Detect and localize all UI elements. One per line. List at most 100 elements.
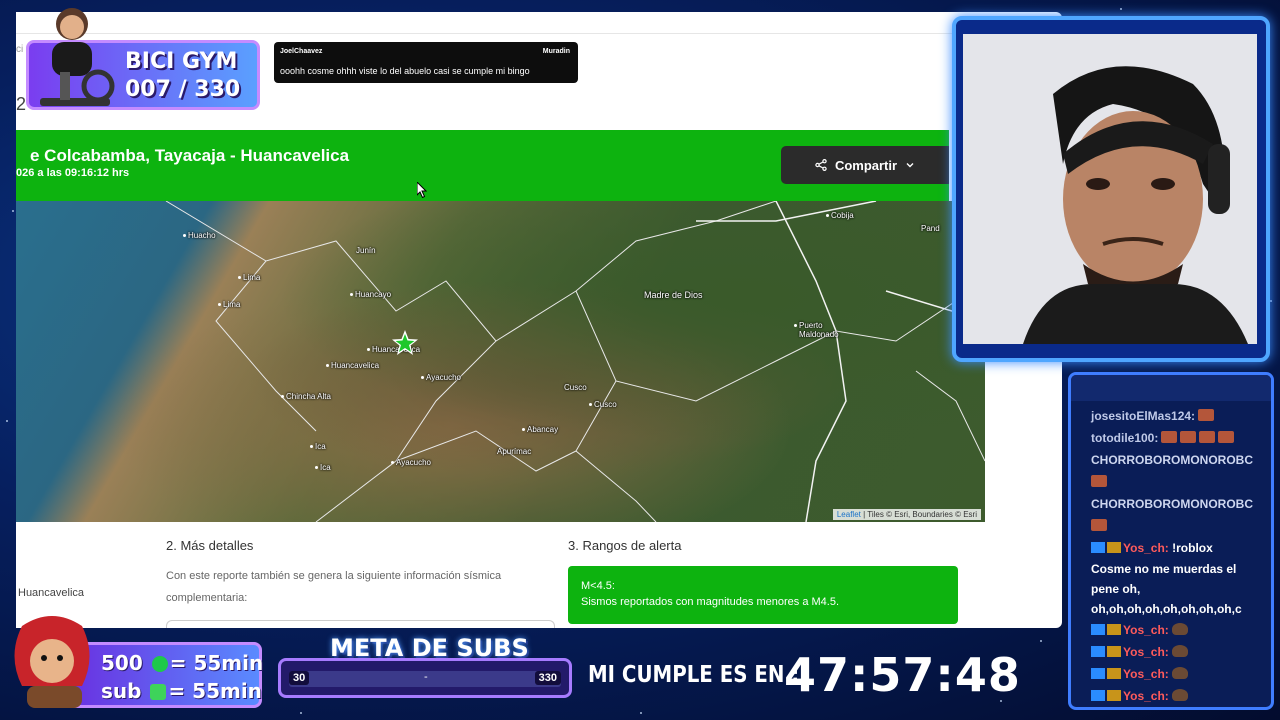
map-label-ica-city: Ica — [310, 442, 326, 451]
mouse-cursor-icon — [417, 182, 427, 198]
chat-message: totodile100: — [1091, 427, 1265, 449]
emote-icon — [1171, 667, 1188, 679]
emote-icon — [1171, 645, 1188, 657]
map-attribution: Leaflet | Tiles © Esri, Boundaries © Esr… — [832, 509, 981, 520]
notification-user: JoelChaavez — [280, 48, 323, 55]
report-title: e Colcabamba, Tayacaja - Huancavelica — [30, 146, 350, 165]
emote-icon — [1198, 409, 1215, 421]
sub-goal-progress: 30 - 330 — [278, 658, 572, 698]
chat-message-text: Cosme no me muerdas el pene oh, oh,oh,oh… — [1091, 562, 1242, 616]
share-button[interactable]: Compartir — [781, 146, 949, 184]
section-number: 2 — [16, 94, 27, 114]
details-title: 2. Más detalles — [166, 538, 254, 553]
emote-icon — [1171, 689, 1188, 701]
sub-line-subs: sub = 55min — [101, 679, 262, 703]
page-topbar — [16, 12, 1062, 34]
emote-icon — [1199, 431, 1216, 443]
gift-icon — [150, 684, 167, 700]
map-label-junin: Junín — [356, 246, 376, 255]
map-label-pando: Pand — [921, 224, 940, 233]
emote-icon — [1161, 431, 1178, 443]
sub-line-kicks: 500 = 55min — [101, 651, 264, 675]
side-location: Huancavelica — [18, 587, 85, 599]
emote-icon — [1171, 623, 1188, 635]
badge-icon — [1091, 690, 1105, 701]
map-label-huacho: Huacho — [183, 231, 216, 240]
birthday-countdown: 47:57:48 — [784, 648, 1021, 702]
kick-icon — [151, 656, 168, 672]
map-label-madre-de-dios: Madre de Dios — [644, 290, 703, 300]
emote-icon — [1218, 431, 1235, 443]
chat-message — [1091, 471, 1265, 493]
map-boundaries — [165, 201, 985, 522]
chat-message: Yos_ch: — [1091, 641, 1265, 663]
streamer-face-icon — [963, 34, 1257, 344]
map-label-cusco-city: Cusco — [589, 400, 617, 409]
map-label-lima-city: Lima — [217, 300, 241, 309]
progress-max: 330 — [534, 671, 561, 685]
epicenter-map[interactable]: Huacho Lima Lima Junín Huancayo Huancave… — [16, 201, 985, 522]
leaflet-link[interactable]: Leaflet — [837, 510, 861, 519]
alert-magnitude-text: Sismos reportados con magnitudes menores… — [581, 596, 840, 608]
chat-message: CHORROBOROMONOROBC — [1091, 453, 1253, 467]
map-label-cusco-region: Cusco — [564, 383, 587, 392]
notification-platform: Muradin — [542, 48, 570, 55]
report-datetime: 026 a las 09:16:12 hrs — [16, 167, 130, 179]
map-label-chincha: Chincha Alta — [281, 392, 331, 401]
stream-chat: josesitoElMas124: totodile100: CHORROBOR… — [1068, 372, 1274, 710]
chat-message: CHORROBOROMONOROBC — [1091, 497, 1253, 511]
map-label-puerto-maldonado: Puerto Maldonado — [794, 321, 854, 339]
chat-message: Yos_ch: — [1091, 663, 1265, 685]
crown-badge-icon — [1107, 542, 1121, 553]
badge-icon — [1091, 542, 1105, 553]
crown-badge-icon — [1107, 646, 1121, 657]
map-label-ica-region: Ica — [315, 463, 331, 472]
crown-badge-icon — [1107, 690, 1121, 701]
notification-message: ooohh cosme ohhh viste lo del abuelo cas… — [280, 66, 530, 76]
alert-magnitude-label: M<4.5: — [581, 580, 615, 592]
share-icon — [815, 159, 827, 171]
alert-range-box: M<4.5: Sismos reportados con magnitudes … — [568, 566, 958, 624]
details-text: Con este reporte también se genera la si… — [166, 570, 502, 604]
share-label: Compartir — [834, 157, 898, 173]
emote-icon — [1091, 475, 1107, 487]
report-header: e Colcabamba, Tayacaja - Huancavelica 02… — [16, 130, 949, 201]
map-label-ayacucho-region: Ayacucho — [391, 458, 431, 467]
map-label-cobija: Cobija — [826, 211, 854, 220]
chat-message: josesitoElMas124: — [1091, 405, 1265, 427]
chat-message: Yos_ch: — [1091, 619, 1265, 641]
map-label-huancavelica-region: Huancavelica — [325, 361, 380, 370]
bici-gym-title: BICI GYM — [125, 49, 238, 74]
breadcrumb[interactable]: ci — [16, 44, 23, 55]
badge-icon — [1091, 646, 1105, 657]
badge-icon — [1091, 624, 1105, 635]
map-label-lima: Lima — [237, 273, 261, 282]
chat-message: Yos_ch: — [1091, 685, 1265, 707]
birthday-label: MI CUMPLE ES EN : — [588, 662, 800, 688]
progress-separator: - — [424, 671, 428, 683]
chat-header — [1071, 375, 1271, 401]
badge-icon — [1091, 668, 1105, 679]
emote-icon — [1180, 431, 1197, 443]
tiles-credit: | Tiles © Esri, Boundaries © Esri — [860, 510, 977, 519]
crown-badge-icon — [1107, 668, 1121, 679]
epicenter-star-icon[interactable] — [390, 328, 420, 358]
chat-notification: JoelChaavez Muradin ooohh cosme ohhh vis… — [274, 42, 578, 83]
progress-min: 30 — [289, 671, 310, 685]
map-label-ayacucho-city: Ayacucho — [421, 373, 461, 382]
bici-gym-count: 007 / 330 — [125, 77, 241, 102]
map-label-abancay: Abancay — [521, 425, 559, 434]
map-label-apurimac: Apurímac — [497, 447, 532, 456]
chevron-down-icon — [906, 163, 914, 168]
dragon-mascot-icon — [14, 616, 90, 708]
details-field[interactable] — [166, 620, 555, 628]
bike-avatar-icon — [40, 8, 115, 106]
crown-badge-icon — [1107, 624, 1121, 635]
map-label-huancayo: Huancayo — [349, 290, 392, 299]
emote-icon — [1091, 519, 1107, 531]
ranges-title: 3. Rangos de alerta — [568, 538, 682, 553]
webcam-feed — [963, 34, 1257, 344]
chat-messages: josesitoElMas124: totodile100: CHORROBOR… — [1091, 405, 1265, 707]
chat-message: Yos_ch: !roblox — [1091, 537, 1265, 559]
chat-message — [1091, 515, 1265, 537]
